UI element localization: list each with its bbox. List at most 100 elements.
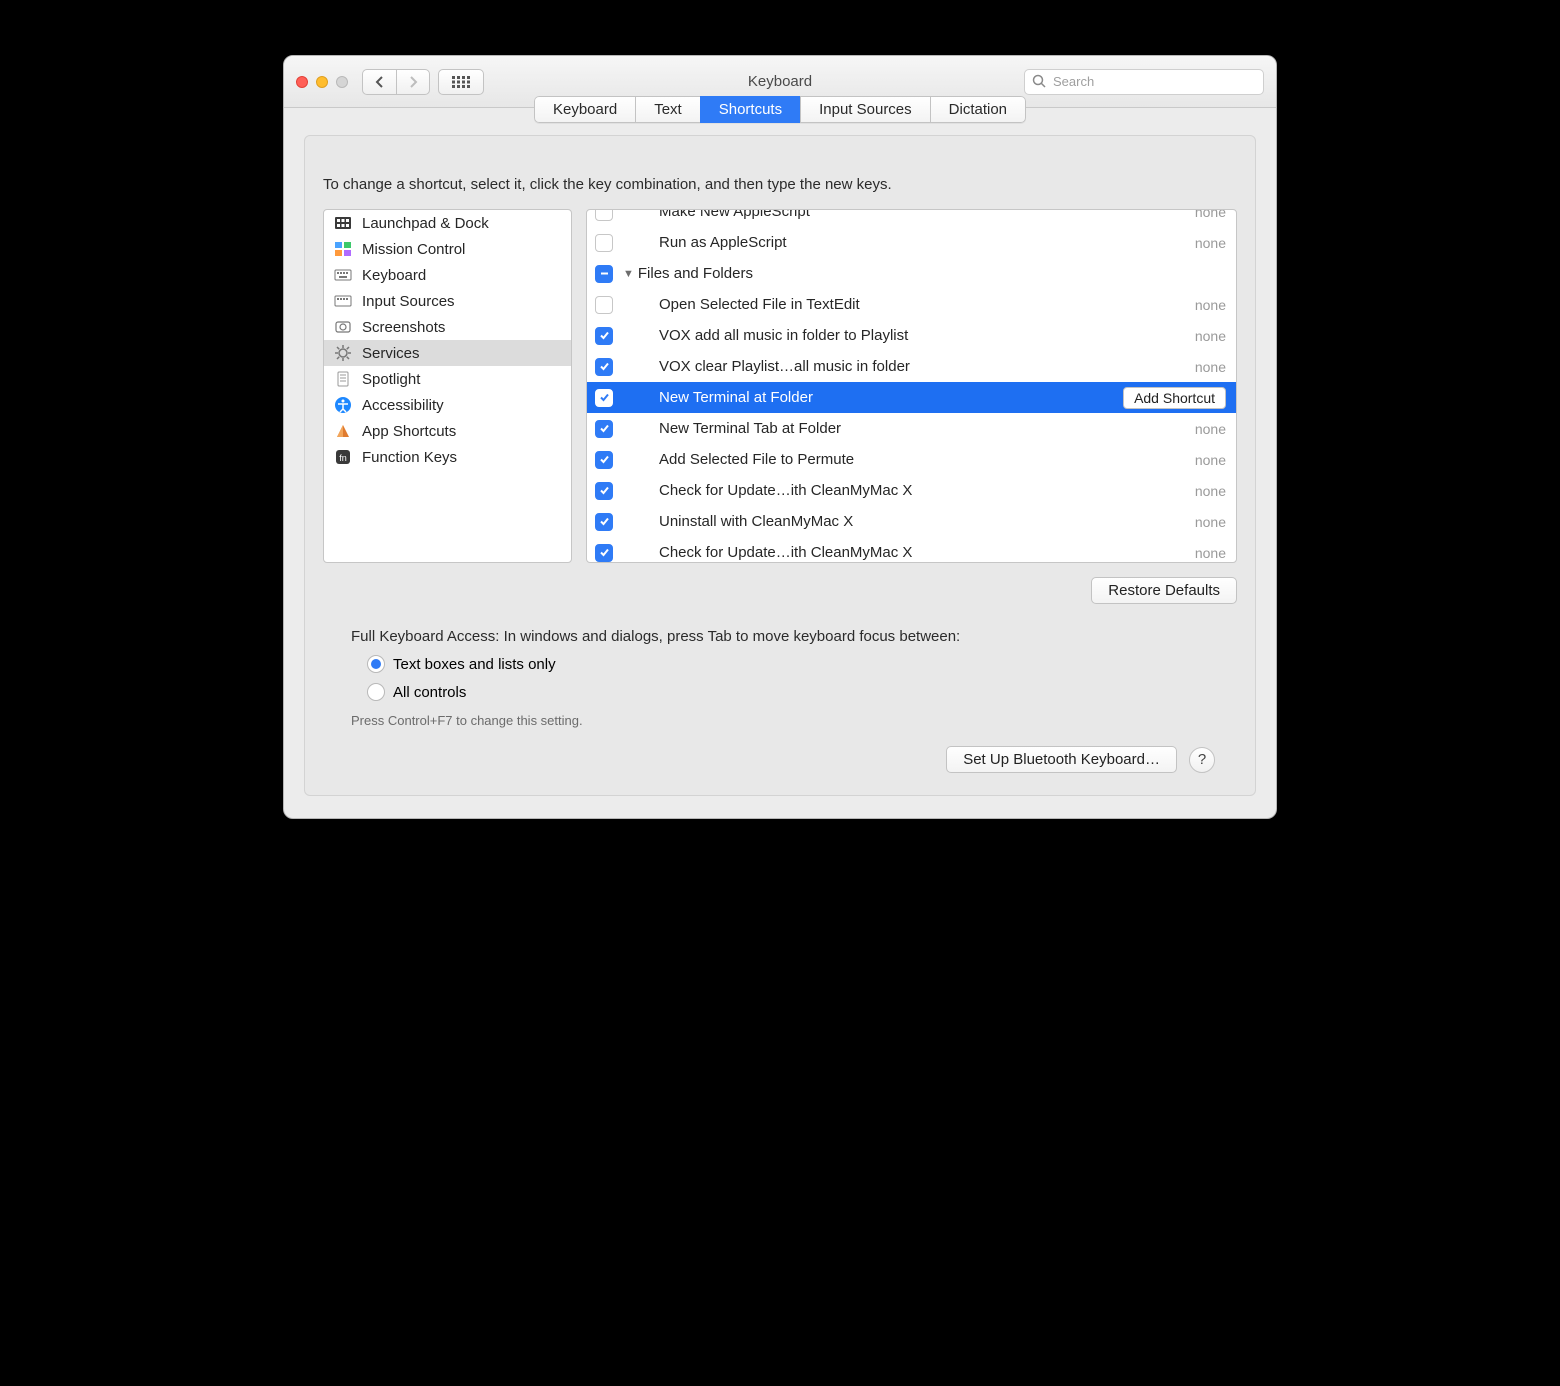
sidebar-item-accessibility[interactable]: Accessibility	[324, 392, 571, 418]
tab-input-sources[interactable]: Input Sources	[800, 96, 930, 123]
shortcut-list[interactable]: Make New AppleScriptnoneRun as AppleScri…	[586, 209, 1237, 563]
sidebar-item-keyboard[interactable]: Keyboard	[324, 262, 571, 288]
sidebar-item-mission-control[interactable]: Mission Control	[324, 236, 571, 262]
close-window-button[interactable]	[296, 76, 308, 88]
keyboard-icon	[334, 266, 352, 284]
tab-shortcuts[interactable]: Shortcuts	[700, 96, 800, 123]
service-item[interactable]: Check for Update…ith CleanMyMac Xnone	[587, 537, 1236, 563]
service-label: VOX add all music in folder to Playlist	[659, 327, 1195, 344]
checkbox[interactable]	[595, 451, 613, 469]
spotlight-icon	[334, 370, 352, 388]
sidebar-item-label: App Shortcuts	[362, 423, 456, 440]
sidebar-item-input-sources[interactable]: Input Sources	[324, 288, 571, 314]
screenshot-icon	[334, 318, 352, 336]
checkbox[interactable]	[595, 296, 613, 314]
sidebar-item-services[interactable]: Services	[324, 340, 571, 366]
sidebar-item-label: Input Sources	[362, 293, 455, 310]
radio-button[interactable]	[367, 655, 385, 673]
minimize-window-button[interactable]	[316, 76, 328, 88]
accessibility-icon	[334, 396, 352, 414]
service-label: New Terminal Tab at Folder	[659, 420, 1195, 437]
tab-keyboard[interactable]: Keyboard	[534, 96, 635, 123]
service-label: Check for Update…ith CleanMyMac X	[659, 544, 1195, 561]
checkbox[interactable]	[595, 327, 613, 345]
tab-text[interactable]: Text	[635, 96, 700, 123]
search-icon	[1032, 74, 1046, 88]
sidebar-item-label: Accessibility	[362, 397, 444, 414]
fka-option[interactable]: Text boxes and lists only	[367, 655, 1237, 673]
back-button[interactable]	[362, 69, 396, 95]
service-item[interactable]: Open Selected File in TextEditnone	[587, 289, 1236, 320]
service-item[interactable]: VOX clear Playlist…all music in folderno…	[587, 351, 1236, 382]
launchpad-icon	[334, 214, 352, 232]
checkbox[interactable]	[595, 358, 613, 376]
radio-button[interactable]	[367, 683, 385, 701]
service-item[interactable]: New Terminal at FolderAdd Shortcut	[587, 382, 1236, 413]
help-button[interactable]: ?	[1189, 747, 1215, 773]
mission-icon	[334, 240, 352, 258]
checkbox[interactable]	[595, 544, 613, 562]
add-shortcut-button[interactable]: Add Shortcut	[1123, 387, 1226, 409]
checkbox[interactable]	[595, 265, 613, 283]
search-input[interactable]	[1024, 69, 1264, 95]
checkbox[interactable]	[595, 234, 613, 252]
fka-label: Full Keyboard Access: In windows and dia…	[351, 628, 1237, 645]
sidebar-item-spotlight[interactable]: Spotlight	[324, 366, 571, 392]
checkbox[interactable]	[595, 420, 613, 438]
sidebar-item-label: Mission Control	[362, 241, 465, 258]
checkbox[interactable]	[595, 513, 613, 531]
shortcut-value[interactable]: none	[1195, 483, 1226, 499]
category-sidebar[interactable]: Launchpad & Dock Mission Control Keyboard I…	[323, 209, 572, 563]
disclosure-triangle-icon[interactable]: ▼	[623, 268, 634, 280]
checkbox[interactable]	[595, 209, 613, 221]
fn-icon: fn	[334, 448, 352, 466]
sidebar-item-label: Launchpad & Dock	[362, 215, 489, 232]
service-label: New Terminal at Folder	[659, 389, 1123, 406]
tab-dictation[interactable]: Dictation	[930, 96, 1026, 123]
service-item[interactable]: New Terminal Tab at Foldernone	[587, 413, 1236, 444]
sidebar-item-screenshots[interactable]: Screenshots	[324, 314, 571, 340]
sidebar-item-launchpad-dock[interactable]: Launchpad & Dock	[324, 210, 571, 236]
shortcut-value[interactable]: none	[1195, 452, 1226, 468]
service-label: Check for Update…ith CleanMyMac X	[659, 482, 1195, 499]
shortcut-value[interactable]: none	[1195, 235, 1226, 251]
sidebar-item-label: Services	[362, 345, 420, 362]
app-icon	[334, 422, 352, 440]
svg-text:fn: fn	[339, 453, 347, 463]
instruction-text: To change a shortcut, select it, click t…	[323, 176, 1237, 193]
shortcut-value[interactable]: none	[1195, 545, 1226, 561]
gear-icon	[334, 344, 352, 362]
shortcut-value[interactable]: none	[1195, 209, 1226, 220]
service-label: VOX clear Playlist…all music in folder	[659, 358, 1195, 375]
service-item[interactable]: Uninstall with CleanMyMac Xnone	[587, 506, 1236, 537]
restore-defaults-button[interactable]: Restore Defaults	[1091, 577, 1237, 604]
zoom-window-button[interactable]	[336, 76, 348, 88]
setup-bluetooth-button[interactable]: Set Up Bluetooth Keyboard…	[946, 746, 1177, 773]
shortcut-value[interactable]: none	[1195, 297, 1226, 313]
service-item[interactable]: VOX add all music in folder to Playlistn…	[587, 320, 1236, 351]
forward-button[interactable]	[396, 69, 430, 95]
checkbox[interactable]	[595, 482, 613, 500]
fka-option[interactable]: All controls	[367, 683, 1237, 701]
checkbox[interactable]	[595, 389, 613, 407]
sidebar-item-function-keys[interactable]: fn Function Keys	[324, 444, 571, 470]
service-item[interactable]: Add Selected File to Permutenone	[587, 444, 1236, 475]
service-item[interactable]: Run as AppleScriptnone	[587, 227, 1236, 258]
shortcut-value[interactable]: none	[1195, 328, 1226, 344]
sidebar-item-label: Screenshots	[362, 319, 445, 336]
shortcuts-pane: To change a shortcut, select it, click t…	[304, 135, 1256, 796]
shortcut-value[interactable]: none	[1195, 359, 1226, 375]
service-item[interactable]: Make New AppleScriptnone	[587, 209, 1236, 227]
tabbar: KeyboardTextShortcutsInput SourcesDictat…	[534, 96, 1026, 123]
shortcut-value[interactable]: none	[1195, 421, 1226, 437]
service-item[interactable]: Check for Update…ith CleanMyMac Xnone	[587, 475, 1236, 506]
service-label: Run as AppleScript	[659, 234, 1195, 251]
radio-label: Text boxes and lists only	[393, 656, 556, 673]
traffic-lights	[296, 76, 348, 88]
preferences-window: Keyboard KeyboardTextShortcutsInput Sour…	[283, 55, 1277, 819]
show-all-button[interactable]	[438, 69, 484, 95]
service-group[interactable]: ▼Files and Folders	[587, 258, 1236, 289]
sidebar-item-label: Function Keys	[362, 449, 457, 466]
sidebar-item-app-shortcuts[interactable]: App Shortcuts	[324, 418, 571, 444]
shortcut-value[interactable]: none	[1195, 514, 1226, 530]
